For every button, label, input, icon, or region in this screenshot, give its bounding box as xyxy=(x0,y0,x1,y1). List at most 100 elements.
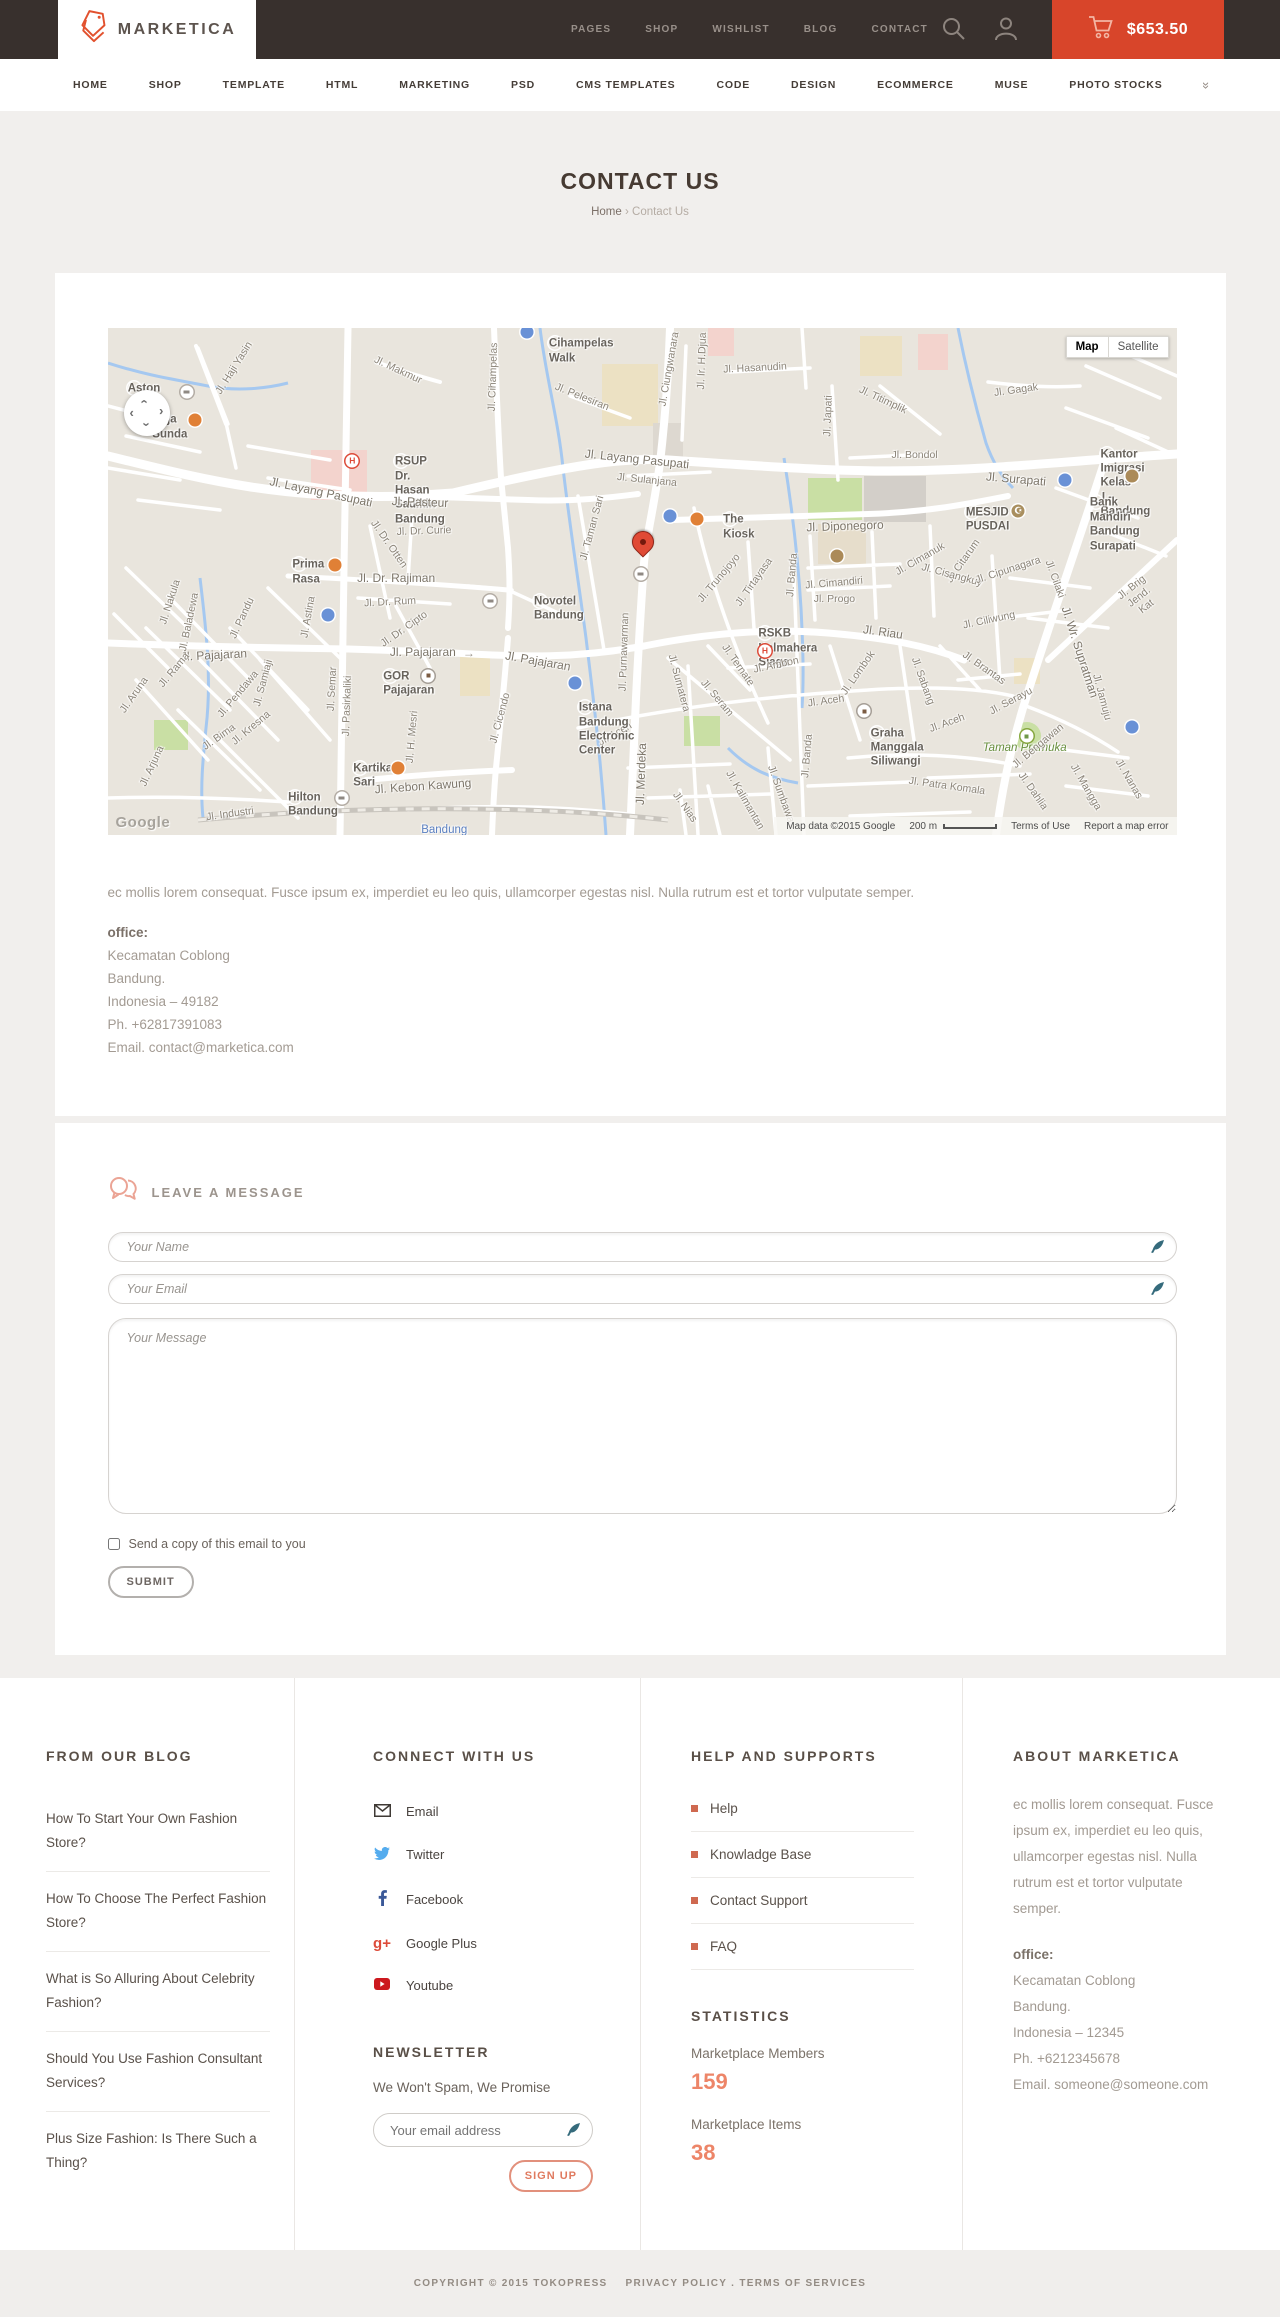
google-logo[interactable]: Google xyxy=(116,814,171,831)
map-poi-blue xyxy=(1058,473,1072,487)
map-data-credit: Map data ©2015 Google xyxy=(786,820,896,832)
header: MARKETICA PAGES SHOP WISHLIST BLOG CONTACT xyxy=(0,0,1280,59)
help-link[interactable]: Help xyxy=(691,1786,914,1832)
header-nav: PAGES SHOP WISHLIST BLOG CONTACT xyxy=(571,0,928,59)
nav-item-shop[interactable]: SHOP xyxy=(149,79,182,91)
nav-item-ecommerce[interactable]: ECOMMERCE xyxy=(877,79,954,91)
google-map[interactable]: Cihampelas WalkJl. Haji YasinJl. MakmurJ… xyxy=(107,328,1177,835)
blog-post-link[interactable]: What is So Alluring About Celebrity Fash… xyxy=(46,1952,270,2032)
help-link[interactable]: Contact Support xyxy=(691,1878,914,1924)
pan-right-arrow-icon[interactable]: ‹ xyxy=(159,405,163,420)
copyright-text: COPYRIGHT © 2015 TOKOPRESS xyxy=(413,2278,608,2289)
header-nav-item-shop[interactable]: SHOP xyxy=(645,24,678,35)
header-nav-item-blog[interactable]: BLOG xyxy=(804,24,838,35)
map-poi-restaurant xyxy=(188,413,202,427)
social-link-twitter[interactable]: Twitter xyxy=(373,1833,592,1876)
help-link[interactable]: Knowladge Base xyxy=(691,1832,914,1878)
pan-down-arrow-icon[interactable]: ‹ xyxy=(137,422,152,426)
search-icon[interactable] xyxy=(941,16,967,42)
bullet-icon xyxy=(691,1943,698,1950)
cart-button[interactable]: $653.50 xyxy=(1052,0,1224,59)
map-scale-bar xyxy=(943,823,998,829)
send-copy-label: Send a copy of this email to you xyxy=(128,1537,306,1551)
help-list: Help Knowladge Base Contact Support FAQ xyxy=(691,1786,914,1970)
breadcrumb-home[interactable]: Home xyxy=(591,206,622,218)
signup-button[interactable]: SIGN UP xyxy=(508,2160,593,2192)
nav-item-template[interactable]: TEMPLATE xyxy=(223,79,285,91)
user-account-icon[interactable] xyxy=(994,16,1020,42)
blog-post-link[interactable]: Plus Size Fashion: Is There Such a Thing… xyxy=(46,2112,270,2191)
message-textarea[interactable] xyxy=(107,1318,1177,1514)
map-poi-hospital: H xyxy=(758,644,772,658)
submit-button[interactable]: SUBMIT xyxy=(107,1566,194,1598)
nav-item-psd[interactable]: PSD xyxy=(511,79,535,91)
header-nav-item-contact[interactable]: CONTACT xyxy=(871,24,928,35)
page: MARKETICA PAGES SHOP WISHLIST BLOG CONTACT xyxy=(0,0,1280,2317)
copyright-bar: COPYRIGHT © 2015 TOKOPRESS PRIVACY POLIC… xyxy=(0,2250,1280,2317)
map-poi-blue xyxy=(568,676,582,690)
nav-item-code[interactable]: CODE xyxy=(716,79,750,91)
social-link-label: Google Plus xyxy=(406,1935,477,1951)
report-map-error-link[interactable]: Report a map error xyxy=(1084,821,1168,832)
header-nav-item-pages[interactable]: PAGES xyxy=(571,24,611,35)
map-pan-control: ‹ ‹ ‹ ‹ xyxy=(123,390,170,436)
newsletter-email-input[interactable] xyxy=(373,2113,593,2147)
footer-help-heading: HELP AND SUPPORTS xyxy=(691,1748,877,1764)
nav-item-html[interactable]: HTML xyxy=(326,79,358,91)
cart-icon xyxy=(1088,15,1115,45)
blog-post-link[interactable]: How To Choose The Perfect Fashion Store? xyxy=(46,1872,270,1952)
map-poi-restaurant xyxy=(690,512,704,526)
tag-logo-icon xyxy=(78,8,108,51)
nav-item-design[interactable]: DESIGN xyxy=(791,79,836,91)
social-link-email[interactable]: Email xyxy=(373,1790,592,1833)
stat-value: 38 xyxy=(691,2140,716,2165)
contact-intro-text: ec mollis lorem consequat. Fusce ipsum e… xyxy=(107,885,915,900)
header-nav-item-wishlist[interactable]: WISHLIST xyxy=(712,24,769,35)
social-link-google-plus[interactable]: g+ Google Plus xyxy=(373,1922,592,1964)
name-input[interactable] xyxy=(107,1232,1177,1262)
about-address: Kecamatan Coblong Bandung. Indonesia – 123… xyxy=(1013,1968,1232,2098)
footer-blog-heading: FROM OUR BLOG xyxy=(46,1748,193,1764)
category-nav: HOME SHOP TEMPLATE HTML MARKETING PSD CMS TEMP… xyxy=(0,59,1280,111)
pen-icon xyxy=(1149,1239,1165,1260)
footer-blog-column: FROM OUR BLOG How To Start Your Own Fash… xyxy=(0,1678,294,2250)
blog-post-link[interactable]: Should You Use Fashion Consultant Servic… xyxy=(46,2032,270,2112)
cart-total: $653.50 xyxy=(1126,20,1189,38)
satellite-view-button[interactable]: Satellite xyxy=(1108,336,1169,358)
nav-item-home[interactable]: HOME xyxy=(73,79,108,91)
map-attribution: Map data ©2015 Google 200 m Terms of Use… xyxy=(774,817,1177,835)
newsletter-tagline: We Won't Spam, We Promise xyxy=(373,2080,551,2095)
about-address-line: Indonesia – 12345 xyxy=(1013,2025,1125,2040)
terms-of-use-link[interactable]: Terms of Use xyxy=(1011,821,1070,832)
footer-connect-heading: CONNECT WITH US xyxy=(373,1748,536,1764)
help-link-label: Contact Support xyxy=(710,1893,808,1908)
pan-up-arrow-icon[interactable]: ‹ xyxy=(137,399,152,403)
email-input[interactable] xyxy=(107,1274,1177,1304)
map-poi-blue xyxy=(1125,720,1139,734)
twitter-icon xyxy=(373,1846,391,1863)
legal-links[interactable]: PRIVACY POLICY . TERMS OF SERVICES xyxy=(626,2278,867,2289)
map-poi-museum xyxy=(830,549,844,563)
social-link-facebook[interactable]: Facebook xyxy=(373,1876,592,1922)
nav-item-marketing[interactable]: MARKETING xyxy=(399,79,470,91)
nav-item-photo-stocks[interactable]: PHOTO STOCKS xyxy=(1069,79,1162,91)
nav-item-muse[interactable]: MUSE xyxy=(995,79,1029,91)
map-poi-restaurant xyxy=(391,761,405,775)
pan-left-arrow-icon[interactable]: ‹ xyxy=(130,406,134,419)
social-link-youtube[interactable]: Youtube xyxy=(373,1964,592,2006)
chevron-down-icon[interactable]: » xyxy=(1199,81,1214,88)
brand-logo[interactable]: MARKETICA xyxy=(58,0,256,59)
map-view-button[interactable]: Map xyxy=(1065,336,1109,358)
help-link[interactable]: FAQ xyxy=(691,1924,914,1970)
about-text: ec mollis lorem consequat. Fusce ipsum e… xyxy=(1013,1797,1214,1916)
footer-about-column: ABOUT MARKETICA ec mollis lorem consequa… xyxy=(962,1678,1280,2250)
email-icon xyxy=(373,1803,391,1820)
blog-post-link[interactable]: How To Start Your Own Fashion Store? xyxy=(46,1792,270,1872)
map-poi-park-dot xyxy=(1020,729,1034,743)
send-copy-checkbox[interactable] xyxy=(107,1538,120,1550)
office-label: office: xyxy=(107,925,149,940)
map-poi-gor xyxy=(857,704,871,718)
email-field-wrap xyxy=(107,1274,1177,1304)
nav-item-cms-templates[interactable]: CMS TEMPLATES xyxy=(576,79,675,91)
statistics-heading: STATISTICS xyxy=(691,2008,791,2024)
